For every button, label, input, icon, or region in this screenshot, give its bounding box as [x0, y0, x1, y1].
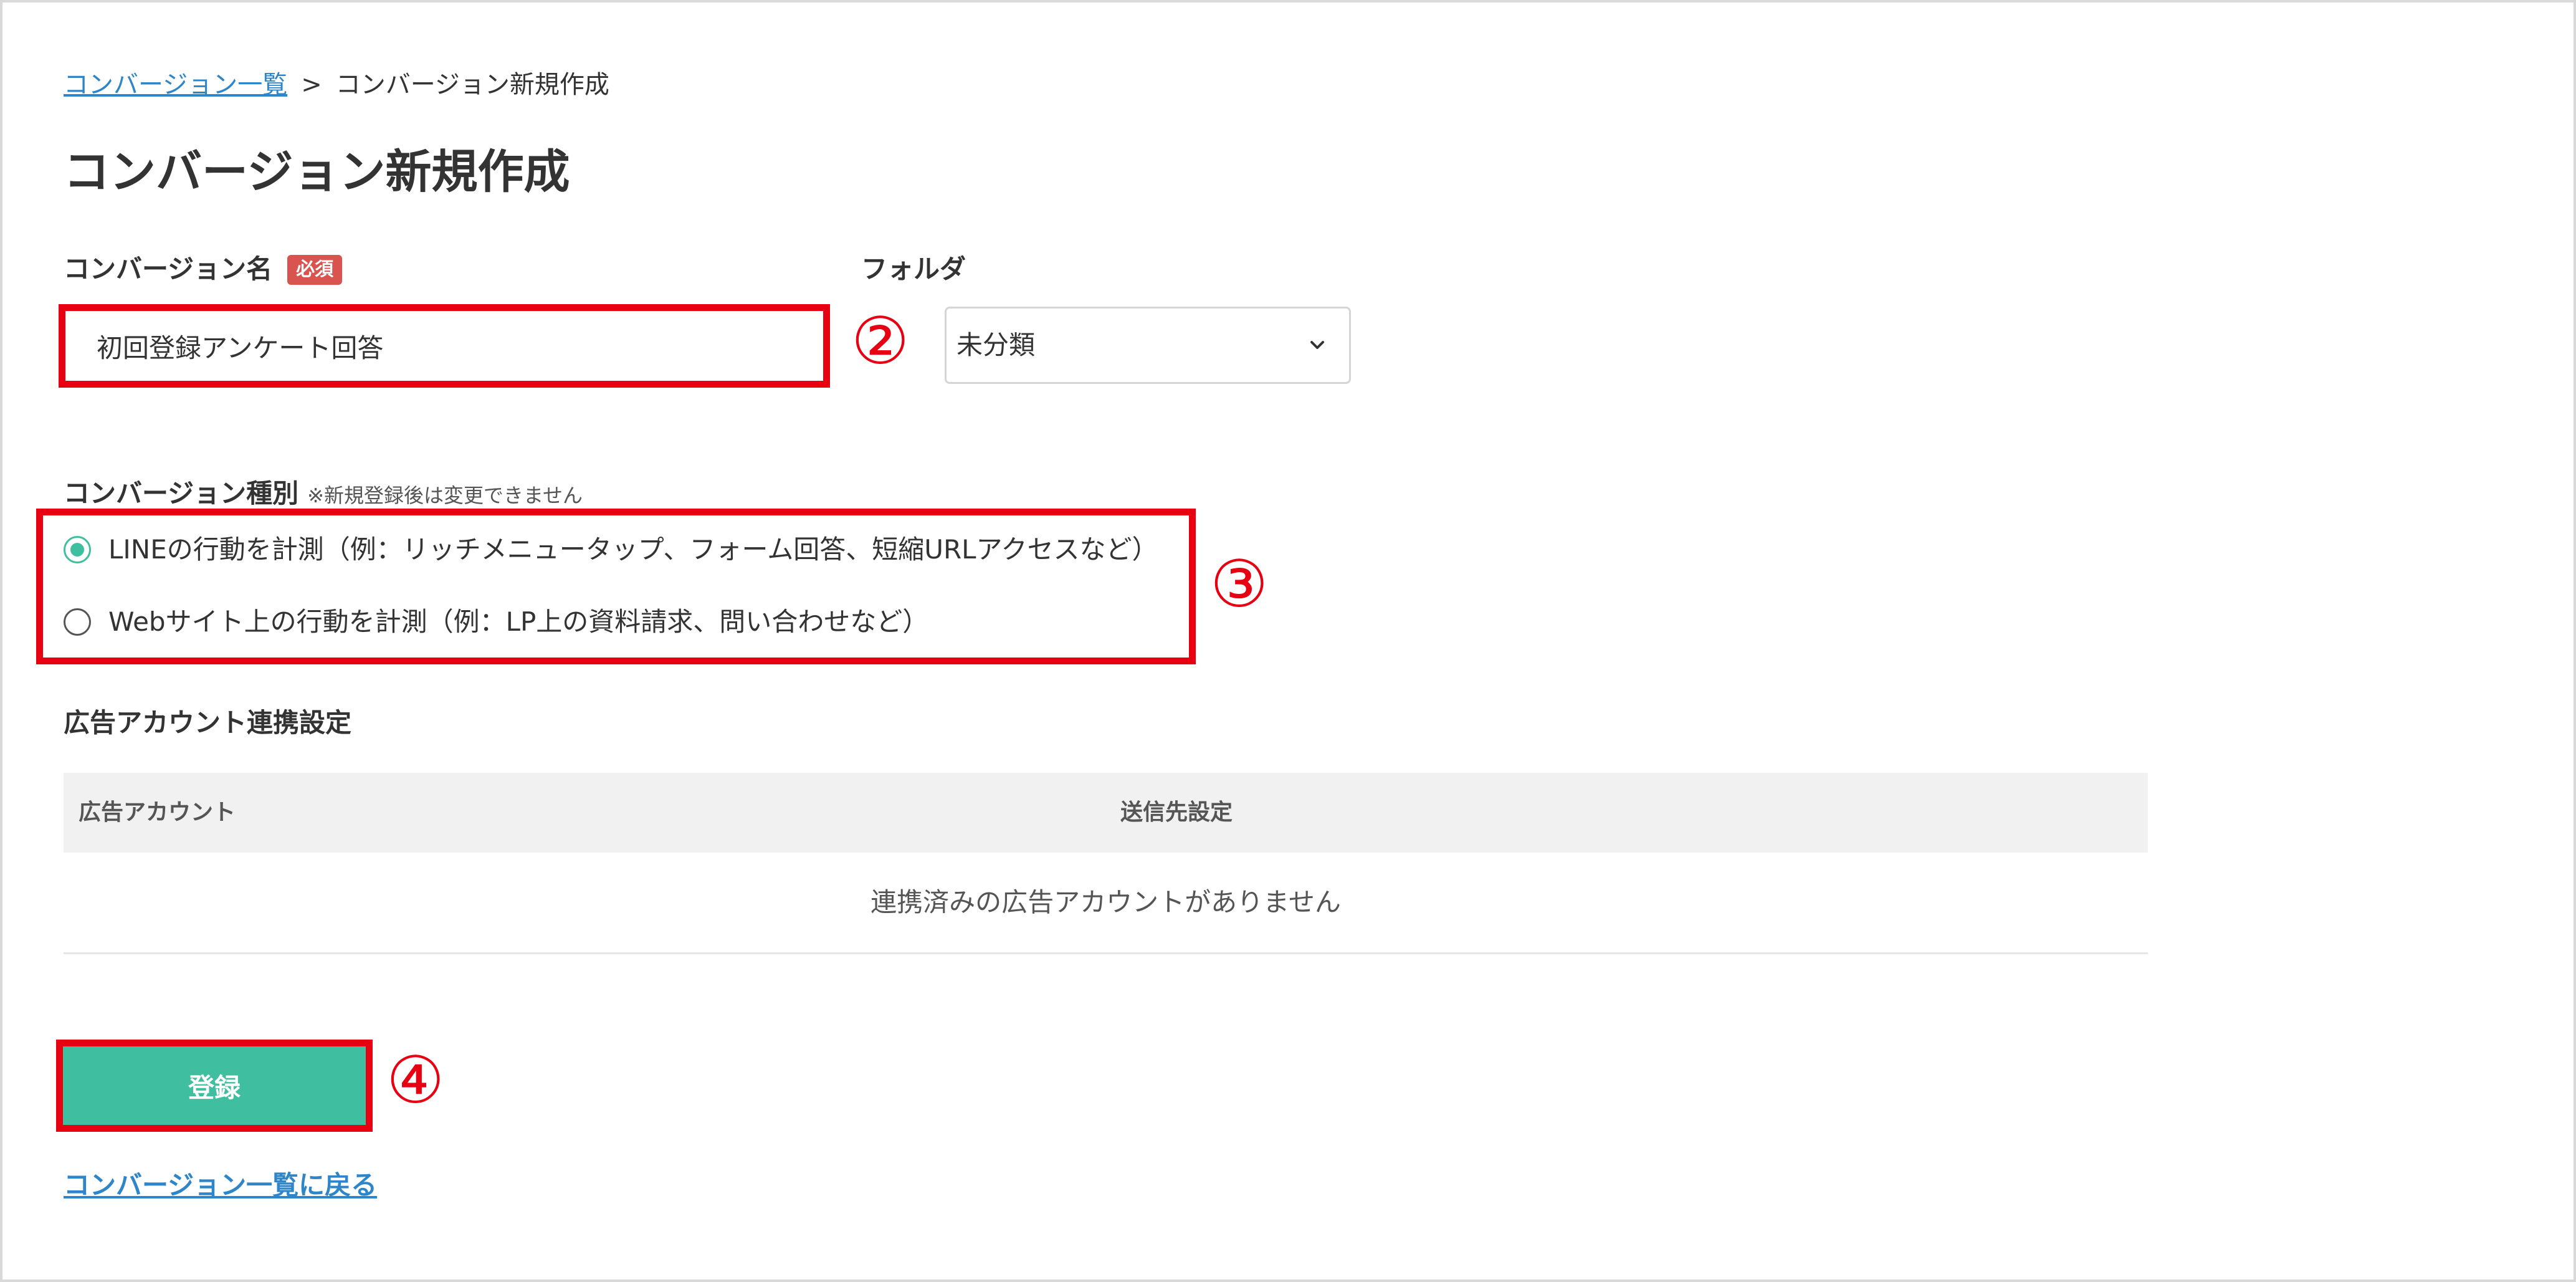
annotation-4: ④ [386, 1042, 445, 1118]
page-title: コンバージョン新規作成 [64, 145, 570, 199]
conversion-type-label: コンバージョン種別 ※新規登録後は変更できません [64, 476, 583, 513]
radio-line-selected[interactable] [64, 536, 91, 563]
folder-select-value: 未分類 [956, 330, 1036, 360]
breadcrumb: コンバージョン一覧 > コンバージョン新規作成 [64, 67, 609, 102]
type-option-line[interactable]: LINEの行動を計測（例：リッチメニュータップ、フォーム回答、短縮URLアクセス… [64, 531, 1158, 568]
table-header: 広告アカウント 送信先設定 [64, 773, 2148, 853]
type-option-web[interactable]: Webサイト上の行動を計測（例：LP上の資料請求、問い合わせなど） [64, 603, 928, 641]
back-to-list-link[interactable]: コンバージョン一覧に戻る [64, 1167, 377, 1204]
conversion-name-label: コンバージョン名 必須 [64, 252, 343, 287]
ad-account-section-title: 広告アカウント連携設定 [64, 707, 352, 738]
conversion-name-label-text: コンバージョン名 [64, 254, 273, 284]
breadcrumb-link-conversion-list[interactable]: コンバージョン一覧 [64, 70, 287, 99]
breadcrumb-separator: > [301, 70, 322, 99]
table-empty-text: 連携済みの広告アカウントがありません [871, 887, 1341, 917]
type-option-line-label: LINEの行動を計測（例：リッチメニュータップ、フォーム回答、短縮URLアクセス… [108, 534, 1158, 565]
annotation-2: ② [851, 303, 910, 379]
conversion-type-label-text: コンバージョン種別 [64, 478, 299, 509]
conversion-name-input[interactable] [59, 304, 830, 388]
column-header-destination: 送信先設定 [1120, 800, 1233, 825]
column-header-ad-account: 広告アカウント [79, 800, 236, 825]
ad-account-table: 広告アカウント 送信先設定 連携済みの広告アカウントがありません [64, 773, 2148, 954]
page-frame: コンバージョン一覧 > コンバージョン新規作成 コンバージョン新規作成 コンバージョ… [0, 0, 2576, 1282]
chevron-down-icon [1308, 309, 1327, 411]
radio-web[interactable] [64, 608, 91, 636]
breadcrumb-current: コンバージョン新規作成 [335, 70, 609, 99]
submit-highlight: 登録 [56, 1040, 373, 1132]
table-empty-row: 連携済みの広告アカウントがありません [64, 853, 2148, 954]
submit-button[interactable]: 登録 [63, 1046, 366, 1125]
annotation-3: ③ [1210, 546, 1269, 622]
required-badge: 必須 [287, 255, 343, 285]
folder-label: フォルダ [861, 254, 966, 284]
conversion-type-note: ※新規登録後は変更できません [307, 484, 583, 507]
folder-select[interactable]: 未分類 [945, 307, 1351, 384]
type-option-web-label: Webサイト上の行動を計測（例：LP上の資料請求、問い合わせなど） [108, 606, 929, 637]
